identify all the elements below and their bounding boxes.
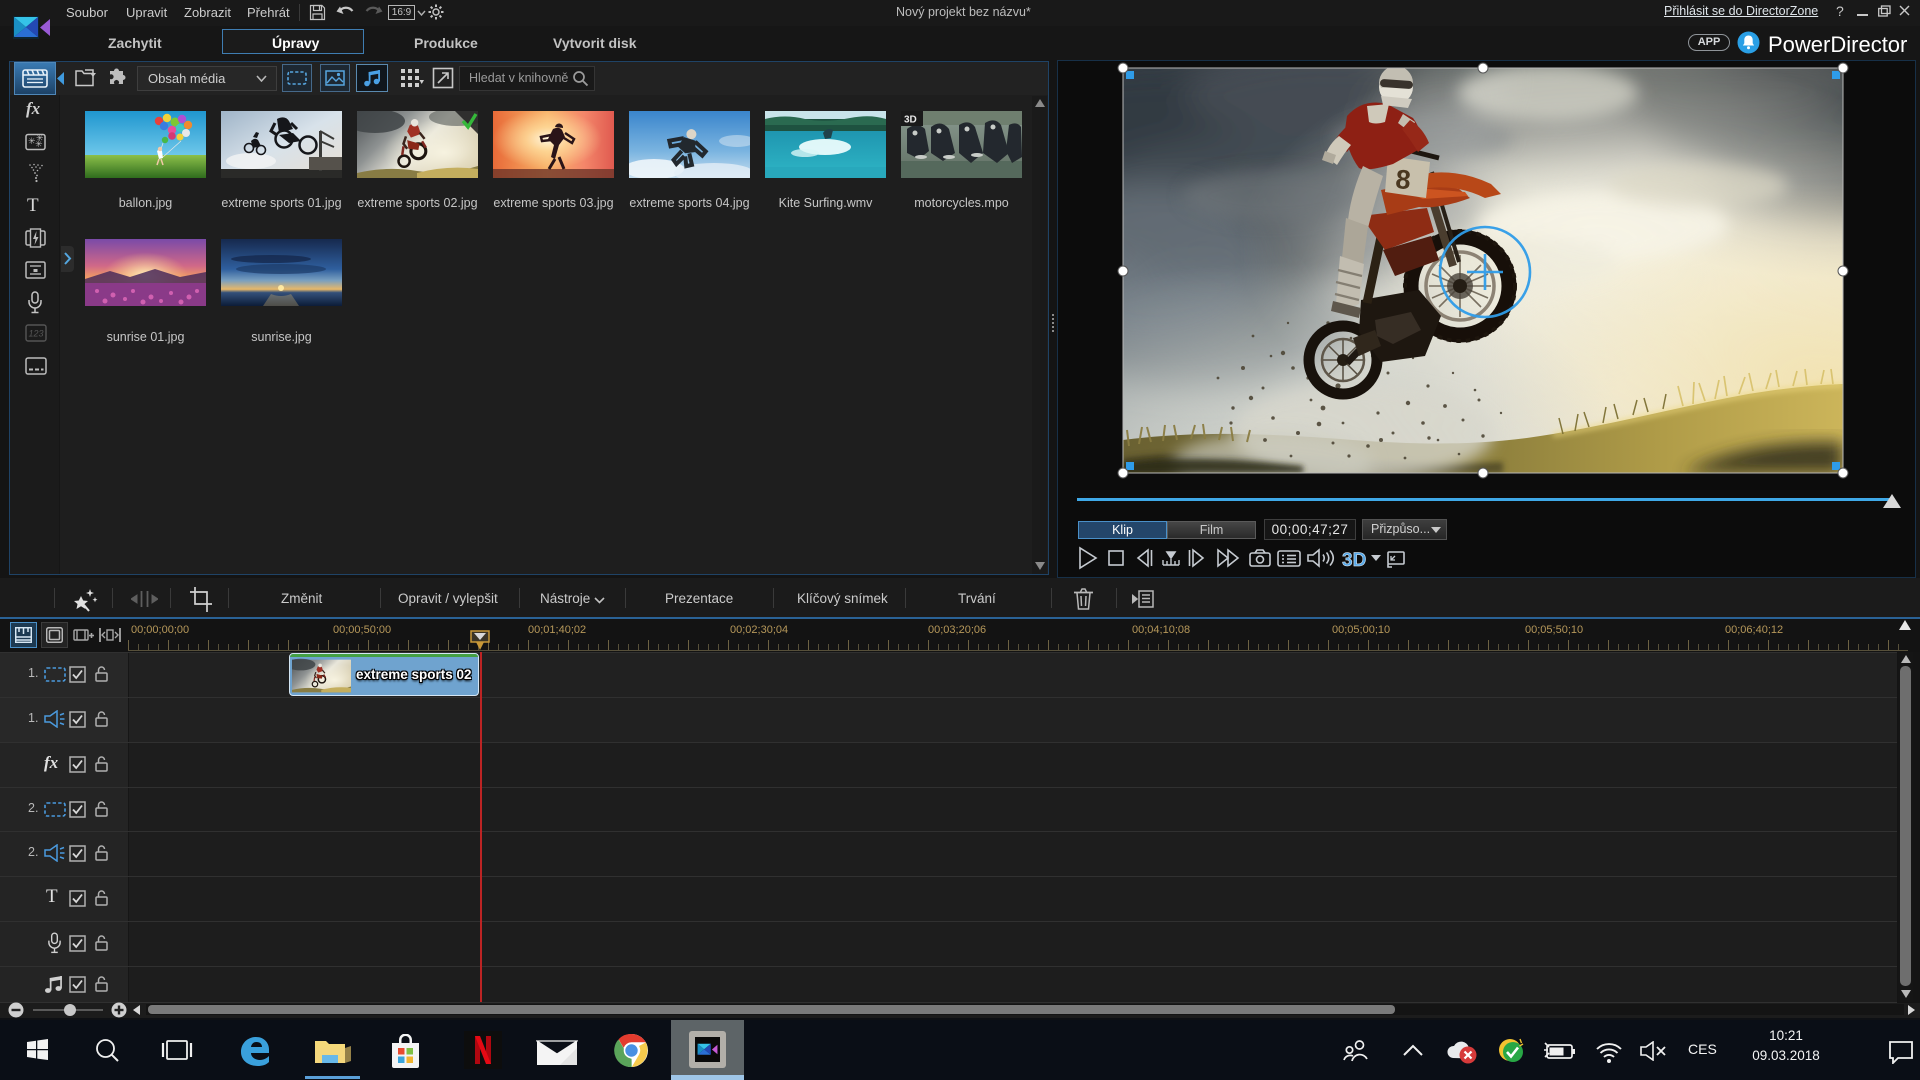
svg-text:123: 123 xyxy=(29,329,44,339)
svg-text:3D: 3D xyxy=(904,115,917,126)
svg-text:✳: ✳ xyxy=(36,133,44,143)
svg-text:3D: 3D xyxy=(1342,550,1366,570)
